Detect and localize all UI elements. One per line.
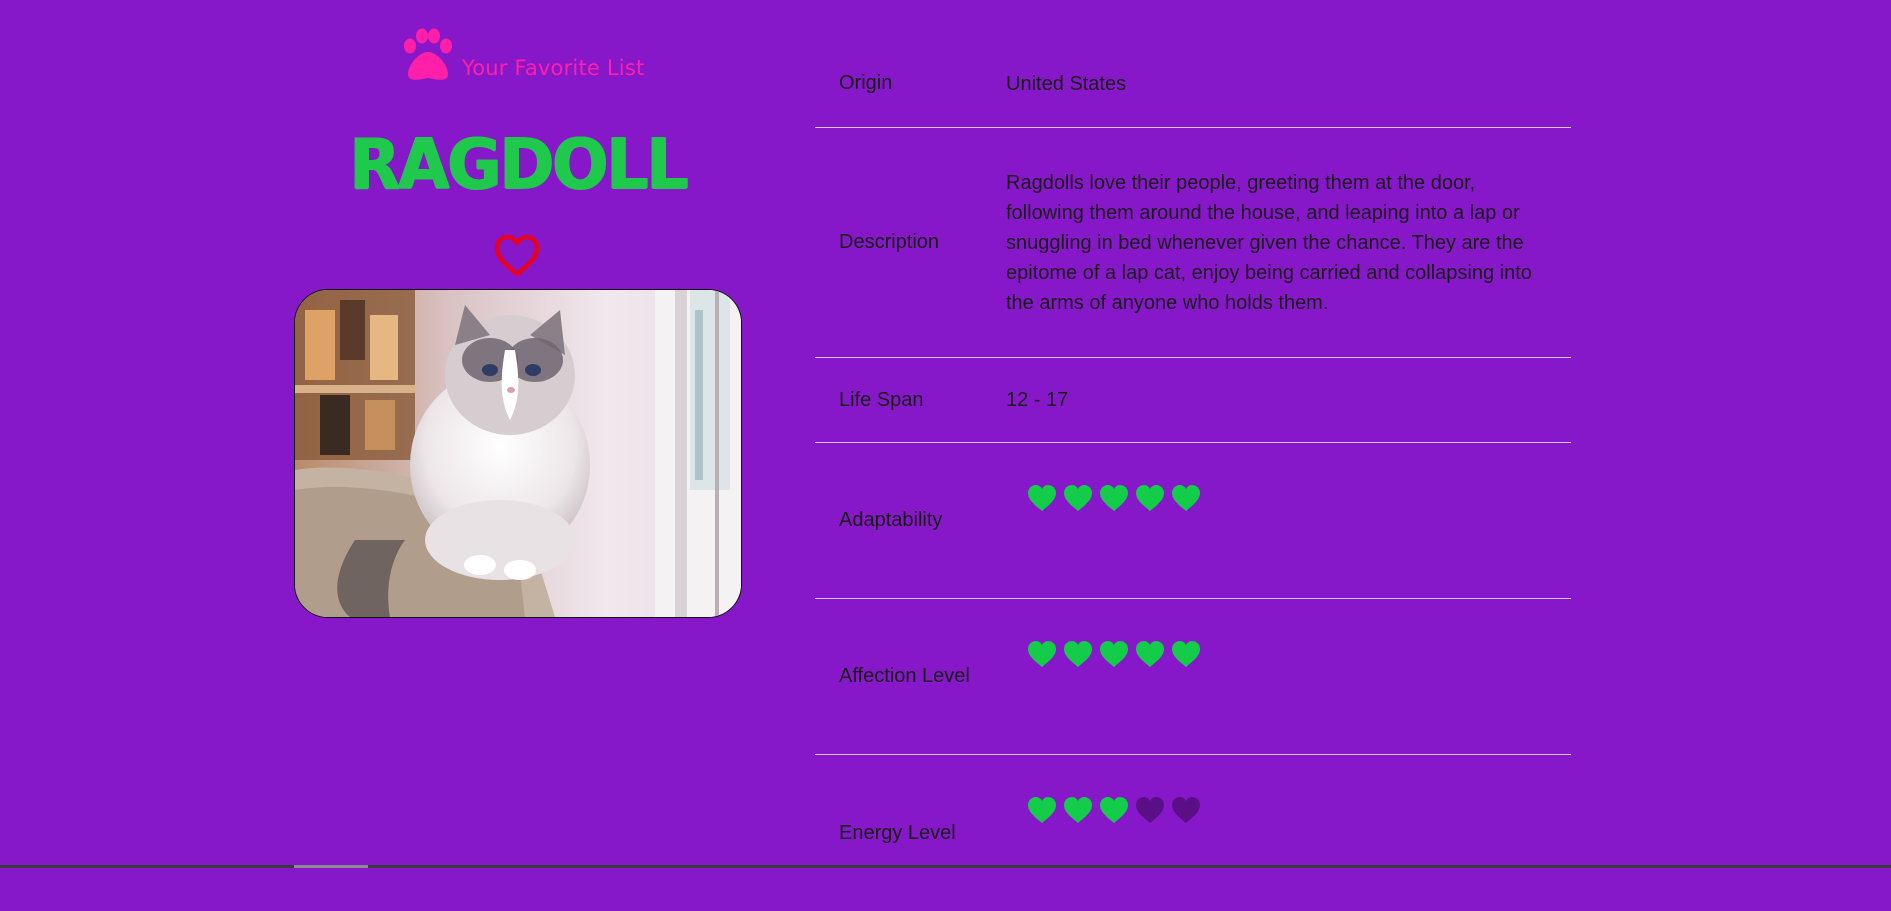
favorite-toggle-button[interactable] (492, 232, 542, 280)
life-span-label: Life Span (839, 388, 924, 411)
origin-row: Origin United States (815, 40, 1571, 128)
description-value: Ragdolls love their people, greeting the… (1006, 171, 1532, 314)
breed-photo (294, 289, 742, 618)
heart-filled-icon (1136, 485, 1164, 511)
heart-filled-icon (1028, 641, 1056, 667)
heart-outline-icon (494, 234, 540, 277)
heart-filled-icon (1100, 641, 1128, 667)
affection-level-row: Affection Level (815, 599, 1571, 755)
life-span-value: 12 - 17 (1006, 389, 1069, 411)
adaptability-row: Adaptability (815, 443, 1571, 599)
heart-filled-icon (1100, 797, 1128, 823)
heart-empty-icon (1136, 797, 1164, 823)
heart-filled-icon (1172, 485, 1200, 511)
breed-title: RAGDOLL (349, 124, 688, 205)
adaptability-rating (1026, 483, 1202, 513)
heart-filled-icon (1064, 641, 1092, 667)
life-span-row: Life Span 12 - 17 (815, 358, 1571, 443)
heart-filled-icon (1028, 797, 1056, 823)
heart-filled-icon (1100, 485, 1128, 511)
paw-icon (404, 28, 452, 80)
affection-level-label: Affection Level (839, 665, 970, 687)
description-label: Description (839, 231, 940, 253)
origin-value: United States (1006, 72, 1127, 95)
energy-level-rating (1026, 795, 1202, 825)
heart-filled-icon (1064, 485, 1092, 511)
heart-filled-icon (1136, 641, 1164, 667)
heart-filled-icon (1028, 485, 1056, 511)
origin-label: Origin (839, 72, 893, 94)
heart-empty-icon (1172, 797, 1200, 823)
energy-level-row: Energy Level (815, 755, 1571, 911)
favorite-list-label: Your Favorite List (462, 56, 645, 80)
heart-filled-icon (1064, 797, 1092, 823)
description-row: Description Ragdolls love their people, … (815, 128, 1571, 358)
affection-level-rating (1026, 639, 1202, 669)
heart-filled-icon (1172, 641, 1200, 667)
adaptability-label: Adaptability (839, 509, 943, 531)
energy-level-label: Energy Level (839, 821, 956, 844)
breed-details-table: Origin United States Description Ragdoll… (815, 40, 1571, 911)
favorite-list-link[interactable]: Your Favorite List (398, 28, 644, 82)
